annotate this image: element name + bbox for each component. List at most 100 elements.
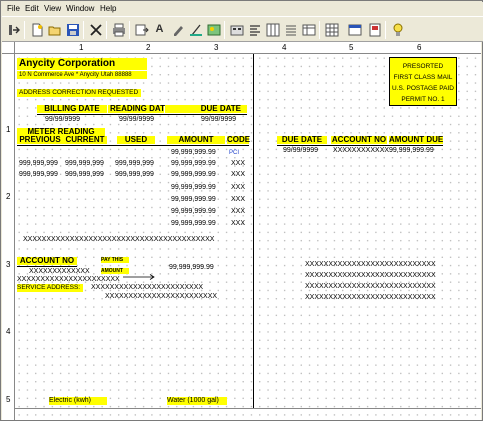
used-label[interactable]: USED <box>117 136 155 144</box>
mail-address-line[interactable]: XXXXXXXXXXXXXXXXXXXXXXXXXXXX <box>305 272 436 280</box>
arrow-icon <box>123 267 157 285</box>
stub-account-no-label[interactable]: ACCOUNT NO <box>331 136 387 144</box>
date-underline <box>37 114 247 115</box>
message-line[interactable]: XXXXXXXXXXXXXXXXXXXXXXXXXXXXXXXXXXXXXXXX… <box>23 236 214 244</box>
previous-value[interactable]: 999,999,999 <box>19 160 58 168</box>
address-correction[interactable]: ADDRESS CORRECTION REQUESTED <box>17 89 141 97</box>
ruler-mark: 5 <box>6 395 11 404</box>
stub-amount-due-label[interactable]: AMOUNT DUE <box>389 136 443 144</box>
amount-label[interactable]: AMOUNT <box>167 136 225 144</box>
menu-bar: File Edit View Window Help <box>2 2 483 16</box>
ruler-mark: 6 <box>417 43 422 52</box>
account-no-label[interactable]: ACCOUNT NO <box>17 257 77 265</box>
delete-icon[interactable] <box>88 22 103 37</box>
toolbar-separator <box>319 21 320 39</box>
properties-icon[interactable] <box>229 22 244 37</box>
current-label[interactable]: CURRENT <box>63 136 107 144</box>
amount-value[interactable]: 99,999,999.99 <box>171 196 216 204</box>
service-address-label[interactable]: SERVICE ADDRESS: <box>17 284 83 292</box>
service-address-line[interactable]: XXXXXXXXXXXXXXXXXXXXXXXX <box>91 284 203 292</box>
toolbar-separator <box>385 21 386 39</box>
page-icon[interactable] <box>367 22 382 37</box>
amount-value[interactable]: 99,999,999.99 <box>171 149 216 157</box>
company-address[interactable]: 10 N Commerce Ave * Anycity Utah 88888 <box>17 71 147 79</box>
pay-this-label[interactable]: PAY THIS <box>101 257 129 263</box>
open-icon[interactable] <box>47 22 62 37</box>
code-value[interactable]: XXX <box>231 160 245 168</box>
electric-label[interactable]: Electric (kwh) <box>49 397 107 405</box>
company-name[interactable]: Anycity Corporation <box>17 58 147 70</box>
menu-file[interactable]: File <box>7 4 20 13</box>
due-date-value[interactable]: 99/99/9999 <box>201 116 236 124</box>
ruler-mark: 3 <box>6 260 11 269</box>
current-value[interactable]: 999,999,999 <box>65 160 104 168</box>
table-icon[interactable] <box>301 22 316 37</box>
menu-edit[interactable]: Edit <box>25 4 39 13</box>
postage-box[interactable]: PRESORTED FIRST CLASS MAIL U.S. POSTAGE … <box>389 57 457 106</box>
amount-value[interactable]: 99,999,999.99 <box>171 184 216 192</box>
current-value[interactable]: 999,999,999 <box>65 171 104 179</box>
used-value[interactable]: 999,999,999 <box>115 171 154 179</box>
export-icon[interactable] <box>6 22 21 37</box>
account-underline <box>17 266 77 267</box>
billing-date-label[interactable]: BILLING DATE <box>37 105 107 113</box>
list-icon[interactable] <box>283 22 298 37</box>
code-value[interactable]: XXX <box>231 220 245 228</box>
menu-view[interactable]: View <box>44 4 61 13</box>
insert-field-icon[interactable] <box>134 22 149 37</box>
stub-due-date-label[interactable]: DUE DATE <box>277 136 327 144</box>
grid-icon[interactable] <box>265 22 280 37</box>
stub-due-date-value[interactable]: 99/99/9999 <box>283 147 318 155</box>
amount-value[interactable]: 99,999,999.99 <box>171 208 216 216</box>
code-value[interactable]: PCI <box>229 149 239 157</box>
reading-date-label[interactable]: READING DATE <box>108 105 170 113</box>
postage-line: PERMIT NO. 1 <box>401 96 445 103</box>
stub-divider <box>253 54 254 408</box>
toolbar-separator <box>129 21 130 39</box>
mail-address-line[interactable]: XXXXXXXXXXXXXXXXXXXXXXXXXXXX <box>305 283 436 291</box>
new-icon[interactable] <box>29 22 44 37</box>
due-date-label[interactable]: DUE DATE <box>165 105 247 113</box>
used-value[interactable]: 999,999,999 <box>115 160 154 168</box>
code-value[interactable]: XXX <box>231 184 245 192</box>
previous-value[interactable]: 999,999,999 <box>19 171 58 179</box>
water-label[interactable]: Water (1000 gal) <box>167 397 227 405</box>
ruler-mark: 2 <box>146 43 151 52</box>
service-address-line[interactable]: XXXXXXXXXXXXXXXXXXXXXXXX <box>105 293 217 301</box>
pen-icon[interactable] <box>170 22 185 37</box>
menu-window[interactable]: Window <box>66 4 94 13</box>
header-underline <box>17 145 249 146</box>
stub-account-no-value[interactable]: XXXXXXXXXXXX <box>333 147 389 155</box>
code-value[interactable]: XXX <box>231 208 245 216</box>
fill-icon[interactable] <box>188 22 203 37</box>
menu-help[interactable]: Help <box>100 4 116 13</box>
window-icon[interactable] <box>347 22 362 37</box>
pay-amount-value[interactable]: 99,999,999.99 <box>169 264 214 272</box>
account-no-value[interactable]: XXXXXXXXXXXXX <box>29 268 90 276</box>
amount-value[interactable]: 99,999,999.99 <box>171 220 216 228</box>
save-icon[interactable] <box>65 22 80 37</box>
ruler-top: 1 2 3 4 5 6 <box>15 42 481 54</box>
mail-address-line[interactable]: XXXXXXXXXXXXXXXXXXXXXXXXXXXX <box>305 261 436 269</box>
text-icon[interactable]: A <box>152 22 167 37</box>
amount-value[interactable]: 99,999,999.99 <box>171 171 216 179</box>
table-grid-icon[interactable] <box>324 22 339 37</box>
image-icon[interactable] <box>206 22 221 37</box>
reading-date-value[interactable]: 99/99/9999 <box>119 116 154 124</box>
toolbar-separator <box>106 21 107 39</box>
ruler-mark: 2 <box>6 192 11 201</box>
align-icon[interactable] <box>247 22 262 37</box>
wizard-icon[interactable] <box>390 22 405 37</box>
print-icon[interactable] <box>111 22 126 37</box>
billing-date-value[interactable]: 99/99/9999 <box>45 116 80 124</box>
customer-name[interactable]: XXXXXXXXXXXXXXXXXXXXXX <box>17 276 120 284</box>
previous-label[interactable]: PREVIOUS <box>17 136 63 144</box>
code-value[interactable]: XXX <box>231 171 245 179</box>
form-canvas[interactable]: Anycity Corporation 10 N Commerce Ave * … <box>15 54 481 420</box>
code-label[interactable]: CODE <box>227 136 250 144</box>
amount-value[interactable]: 99,999,999.99 <box>171 160 216 168</box>
stub-amount-due-value[interactable]: 99,999,999.99 <box>389 147 434 155</box>
code-value[interactable]: XXX <box>231 196 245 204</box>
mail-address-line[interactable]: XXXXXXXXXXXXXXXXXXXXXXXXXXXX <box>305 294 436 302</box>
app-window: File Edit View Window Help A 1 2 3 4 5 6… <box>0 0 483 421</box>
